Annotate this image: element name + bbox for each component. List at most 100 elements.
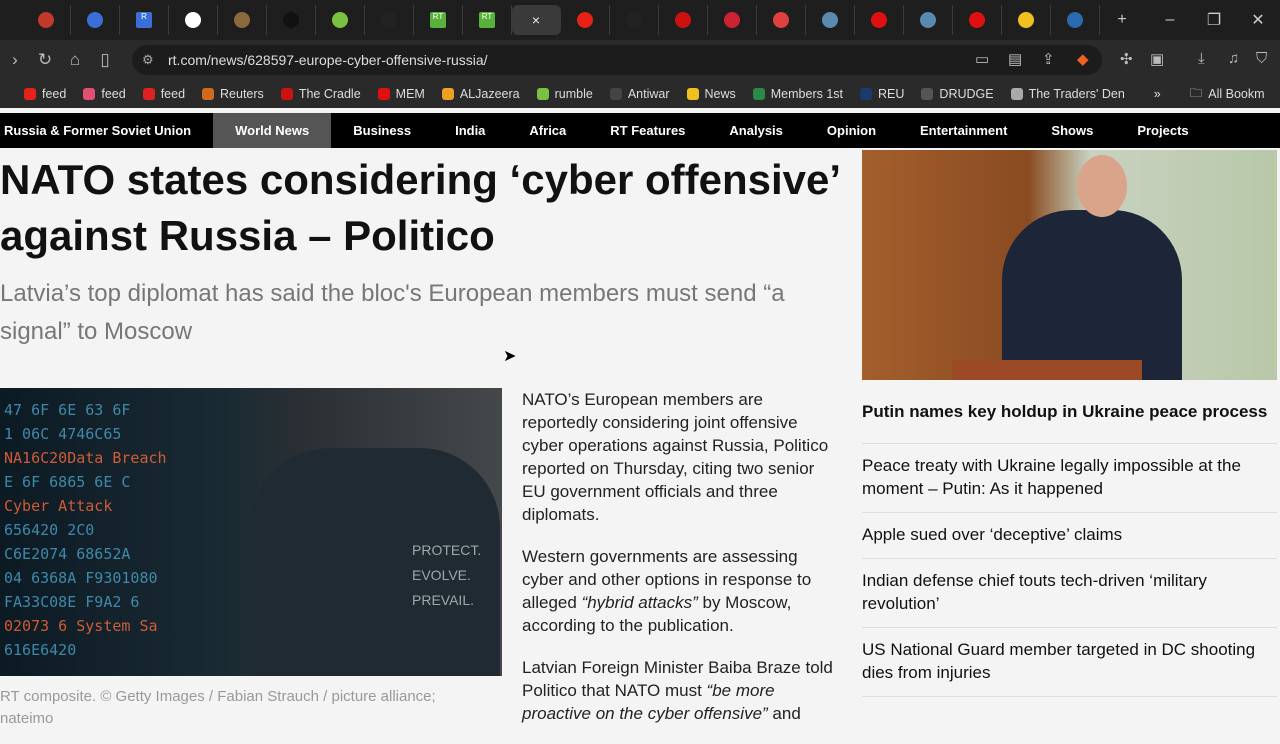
close-window-button[interactable]: ✕ bbox=[1236, 10, 1280, 30]
browser-tab[interactable]: × bbox=[512, 5, 561, 35]
tab-favicon-icon bbox=[234, 12, 250, 28]
forward-icon[interactable]: › bbox=[0, 50, 30, 70]
nav-item[interactable]: India bbox=[433, 113, 507, 148]
cast-icon[interactable]: ▭ bbox=[975, 50, 989, 68]
code-line: 616E6420 bbox=[4, 641, 77, 659]
sidebar-story-link[interactable]: Indian defense chief touts tech-driven ‘… bbox=[862, 559, 1277, 628]
article-subhead: Latvia’s top diplomat has said the bloc'… bbox=[0, 280, 785, 345]
home-icon[interactable]: ⌂ bbox=[60, 50, 90, 70]
bookmark-item[interactable]: Reuters bbox=[202, 87, 264, 101]
folder-icon: 🗀 bbox=[1189, 85, 1203, 100]
brave-shield-icon[interactable]: ◆ bbox=[1077, 50, 1089, 68]
bookmark-label: REU bbox=[878, 87, 905, 101]
url-text: rt.com/news/628597-europe-cyber-offensiv… bbox=[168, 52, 488, 68]
sidebar-story-link[interactable]: Peace treaty with Ukraine legally imposs… bbox=[862, 444, 1277, 513]
bookmark-item[interactable]: REU bbox=[860, 87, 904, 101]
nav-item[interactable]: Russia & Former Soviet Union bbox=[0, 113, 213, 148]
bookmark-label: Antiwar bbox=[627, 87, 670, 101]
bookmark-item[interactable]: feed bbox=[83, 87, 126, 101]
bookmark-item[interactable]: rumble bbox=[536, 87, 593, 101]
browser-tab[interactable] bbox=[659, 5, 708, 35]
bookmark-favicon-icon bbox=[686, 88, 699, 100]
nav-item[interactable]: Africa bbox=[507, 113, 588, 148]
bookmarks-overflow-button[interactable]: » bbox=[1154, 87, 1161, 101]
browser-tab[interactable] bbox=[218, 5, 267, 35]
browser-tab[interactable] bbox=[806, 5, 855, 35]
sidebar-story-link[interactable]: US National Guard member targeted in DC … bbox=[862, 628, 1277, 697]
browser-tab[interactable]: R bbox=[120, 5, 169, 35]
browser-tab[interactable] bbox=[757, 5, 806, 35]
vpn-icon[interactable]: ⛉ bbox=[1256, 50, 1267, 67]
sidebar-story-link[interactable]: Apple sued over ‘deceptive’ claims bbox=[862, 513, 1277, 559]
sidebar-image[interactable] bbox=[862, 150, 1277, 380]
url-input[interactable]: ⚙ rt.com/news/628597-europe-cyber-offensi… bbox=[132, 45, 1102, 75]
nav-item[interactable]: RT Features bbox=[588, 113, 707, 148]
tab-favicon-icon bbox=[822, 12, 838, 28]
browser-tab[interactable] bbox=[22, 5, 71, 35]
browser-tab[interactable] bbox=[708, 5, 757, 35]
tab-favicon-icon bbox=[87, 12, 103, 28]
code-line: E 6F 6865 6E C bbox=[4, 473, 131, 491]
wallet-icon[interactable]: ▣ bbox=[1150, 50, 1164, 68]
nav-item[interactable]: World News bbox=[213, 113, 332, 148]
new-tab-button[interactable]: + bbox=[1100, 11, 1144, 29]
browser-tab[interactable] bbox=[1002, 5, 1051, 35]
bookmark-item[interactable]: The Cradle bbox=[280, 87, 361, 101]
tab-favicon-icon: RT bbox=[430, 12, 446, 28]
bookmark-item[interactable]: Members 1st bbox=[752, 87, 843, 101]
bookmark-item[interactable]: ALJazeera bbox=[441, 87, 520, 101]
minimize-button[interactable]: – bbox=[1148, 11, 1192, 29]
browser-tab[interactable] bbox=[855, 5, 904, 35]
nav-item[interactable]: Shows bbox=[1029, 113, 1115, 148]
sidebar-top-story[interactable]: Putin names key holdup in Ukraine peace … bbox=[862, 400, 1277, 444]
bookmark-icon[interactable]: ▯ bbox=[90, 50, 120, 70]
bookmark-item[interactable]: MEM bbox=[377, 87, 425, 101]
bookmark-item[interactable]: News bbox=[686, 87, 736, 101]
bookmark-favicon-icon bbox=[280, 88, 293, 100]
browser-tab[interactable] bbox=[953, 5, 1002, 35]
bookmark-label: ALJazeera bbox=[459, 87, 520, 101]
nav-item[interactable]: Opinion bbox=[805, 113, 898, 148]
browser-tab[interactable] bbox=[71, 5, 120, 35]
bookmark-favicon-icon bbox=[142, 88, 155, 100]
browser-tab[interactable] bbox=[904, 5, 953, 35]
download-icon[interactable]: ⤓ bbox=[1198, 50, 1205, 67]
browser-tab[interactable] bbox=[1051, 5, 1100, 35]
browser-tab[interactable] bbox=[267, 5, 316, 35]
maximize-button[interactable]: ❐ bbox=[1192, 10, 1236, 30]
article-body: NATO’s European members are reportedly c… bbox=[522, 388, 842, 744]
nav-item[interactable]: Analysis bbox=[707, 113, 804, 148]
music-icon[interactable]: ♫ bbox=[1228, 50, 1239, 67]
reload-icon[interactable]: ↻ bbox=[30, 50, 60, 70]
nav-item[interactable]: Business bbox=[331, 113, 433, 148]
bookmark-label: DRUDGE bbox=[939, 87, 994, 101]
browser-tab[interactable] bbox=[610, 5, 659, 35]
share-icon[interactable]: ⇪ bbox=[1042, 50, 1055, 68]
tab-favicon-icon bbox=[332, 12, 348, 28]
all-bookmarks-button[interactable]: 🗀 All Bookm bbox=[1190, 84, 1265, 105]
bookmark-label: The Traders' Den bbox=[1028, 87, 1125, 101]
bookmark-item[interactable]: DRUDGE bbox=[921, 87, 994, 101]
bookmark-item[interactable]: feed bbox=[24, 87, 66, 101]
bookmark-label: MEM bbox=[395, 87, 425, 101]
site-settings-icon[interactable]: ⚙ bbox=[142, 52, 154, 68]
browser-tab[interactable] bbox=[169, 5, 218, 35]
browser-tab[interactable] bbox=[365, 5, 414, 35]
reader-icon[interactable]: ▤ bbox=[1008, 50, 1022, 68]
bookmarks-bar: feed feed feed Reuters The Cradle MEM ALJazeer… bbox=[0, 80, 1280, 108]
bookmark-label: feed bbox=[160, 87, 186, 101]
tab-favicon-icon bbox=[185, 12, 201, 28]
bookmark-item[interactable]: The Traders' Den bbox=[1010, 87, 1125, 101]
browser-tab[interactable] bbox=[316, 5, 365, 35]
code-line: 04 6368A F9301080 bbox=[4, 569, 158, 587]
bookmark-item[interactable]: Antiwar bbox=[609, 87, 670, 101]
browser-tab[interactable]: RT bbox=[414, 5, 463, 35]
bookmark-label: rumble bbox=[554, 87, 593, 101]
nav-item[interactable]: Projects bbox=[1115, 113, 1210, 148]
browser-tab[interactable] bbox=[561, 5, 610, 35]
nav-item[interactable]: Entertainment bbox=[898, 113, 1029, 148]
extensions-icon[interactable]: ✣ bbox=[1120, 50, 1133, 68]
browser-tab[interactable]: RT bbox=[463, 5, 512, 35]
bookmark-favicon-icon bbox=[536, 88, 549, 100]
bookmark-item[interactable]: feed bbox=[142, 87, 186, 101]
